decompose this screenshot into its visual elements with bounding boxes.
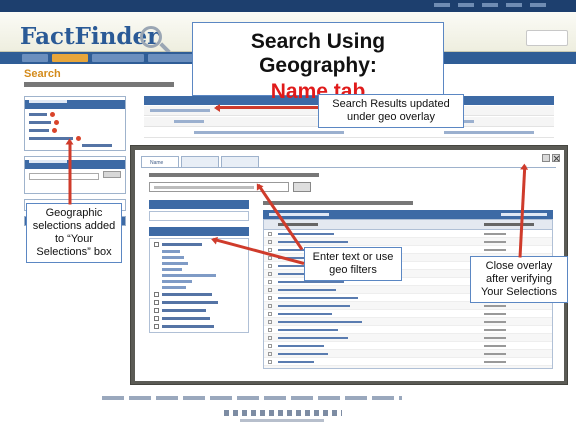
table-row[interactable] bbox=[264, 230, 552, 238]
nav-tab-guided-search[interactable] bbox=[148, 54, 194, 62]
remove-icon bbox=[54, 120, 59, 125]
table-row[interactable] bbox=[264, 342, 552, 350]
help-button[interactable] bbox=[526, 30, 568, 46]
page-title: Search bbox=[24, 68, 61, 80]
footer-subtitle bbox=[240, 419, 324, 422]
table-row[interactable] bbox=[264, 350, 552, 358]
page-instructions bbox=[24, 82, 174, 87]
search-within-input[interactable] bbox=[29, 173, 99, 180]
table-row[interactable] bbox=[264, 358, 552, 366]
arrow-search-results bbox=[216, 106, 318, 109]
filter-option[interactable] bbox=[162, 256, 244, 259]
filter-option[interactable] bbox=[154, 300, 244, 305]
slide-title: Search Using Geography: bbox=[250, 30, 386, 77]
remove-icon bbox=[52, 128, 57, 133]
your-geography-filters-header bbox=[149, 200, 249, 209]
footer-links[interactable] bbox=[102, 396, 402, 400]
slide-title-box: Search Using Geography: Name tab bbox=[192, 22, 444, 103]
top-links[interactable] bbox=[434, 3, 546, 7]
app-logo[interactable]: FactFinder bbox=[20, 23, 159, 50]
table-row[interactable] bbox=[264, 318, 552, 326]
close-icon[interactable] bbox=[552, 154, 560, 162]
tab-name[interactable]: Name bbox=[141, 156, 179, 167]
table-row[interactable] bbox=[264, 326, 552, 334]
tab-address[interactable] bbox=[181, 156, 219, 167]
filter-prompt bbox=[149, 173, 319, 177]
remove-icon bbox=[76, 136, 81, 141]
selection-item[interactable] bbox=[29, 112, 121, 117]
table-row[interactable] bbox=[264, 238, 552, 246]
nav-tab-search[interactable] bbox=[52, 54, 88, 62]
your-selections-box bbox=[24, 96, 126, 151]
results-row[interactable] bbox=[144, 128, 554, 138]
overlay-window-controls bbox=[542, 154, 560, 162]
filter-option[interactable] bbox=[154, 316, 244, 321]
table-row[interactable] bbox=[264, 334, 552, 342]
filter-option[interactable] bbox=[162, 280, 244, 283]
table-row[interactable] bbox=[264, 366, 552, 368]
select-geographies-prompt bbox=[263, 201, 413, 205]
filter-option[interactable] bbox=[162, 268, 244, 271]
table-row[interactable] bbox=[264, 302, 552, 310]
geography-filter-options-header bbox=[149, 227, 249, 236]
filter-option[interactable] bbox=[162, 250, 244, 253]
callout-search-results: Search Results updated under geo overlay bbox=[318, 94, 464, 128]
agency-banner bbox=[0, 0, 576, 12]
table-row[interactable] bbox=[264, 310, 552, 318]
go-button[interactable] bbox=[293, 182, 311, 192]
selection-item[interactable] bbox=[29, 120, 121, 125]
filter-option[interactable] bbox=[162, 274, 244, 277]
filter-option[interactable] bbox=[154, 292, 244, 297]
filter-option[interactable] bbox=[162, 286, 244, 289]
minimize-icon[interactable] bbox=[542, 154, 550, 162]
filter-option[interactable] bbox=[154, 308, 244, 313]
geography-filter-options bbox=[149, 238, 249, 333]
nav-tab-community-facts[interactable] bbox=[92, 54, 144, 62]
geography-name-input[interactable] bbox=[149, 182, 289, 192]
geo-table-header bbox=[264, 220, 552, 230]
selection-item[interactable] bbox=[29, 136, 121, 141]
geo-filter-panel bbox=[149, 200, 249, 333]
filter-option[interactable] bbox=[154, 324, 244, 329]
nav-tab-main[interactable] bbox=[22, 54, 48, 62]
footer-logo bbox=[224, 410, 342, 416]
remove-icon bbox=[50, 112, 55, 117]
callout-geographic-selections: Geographic selections added to “Your Sel… bbox=[26, 203, 122, 263]
magnifier-icon bbox=[140, 26, 162, 48]
callout-close-overlay: Close overlay after verifying Your Selec… bbox=[470, 256, 568, 303]
selection-item[interactable] bbox=[29, 128, 121, 133]
callout-enter-text: Enter text or use geo filters bbox=[304, 247, 402, 281]
search-within-results-panel bbox=[24, 156, 126, 194]
no-filters-message bbox=[149, 211, 249, 221]
go-button[interactable] bbox=[103, 171, 121, 178]
geo-tabs: Name bbox=[141, 156, 259, 167]
arrow-geographic-selections bbox=[68, 140, 72, 205]
geo-results-header bbox=[263, 210, 553, 219]
filter-option[interactable] bbox=[162, 262, 244, 265]
tab-map[interactable] bbox=[221, 156, 259, 167]
pager[interactable] bbox=[501, 213, 547, 216]
